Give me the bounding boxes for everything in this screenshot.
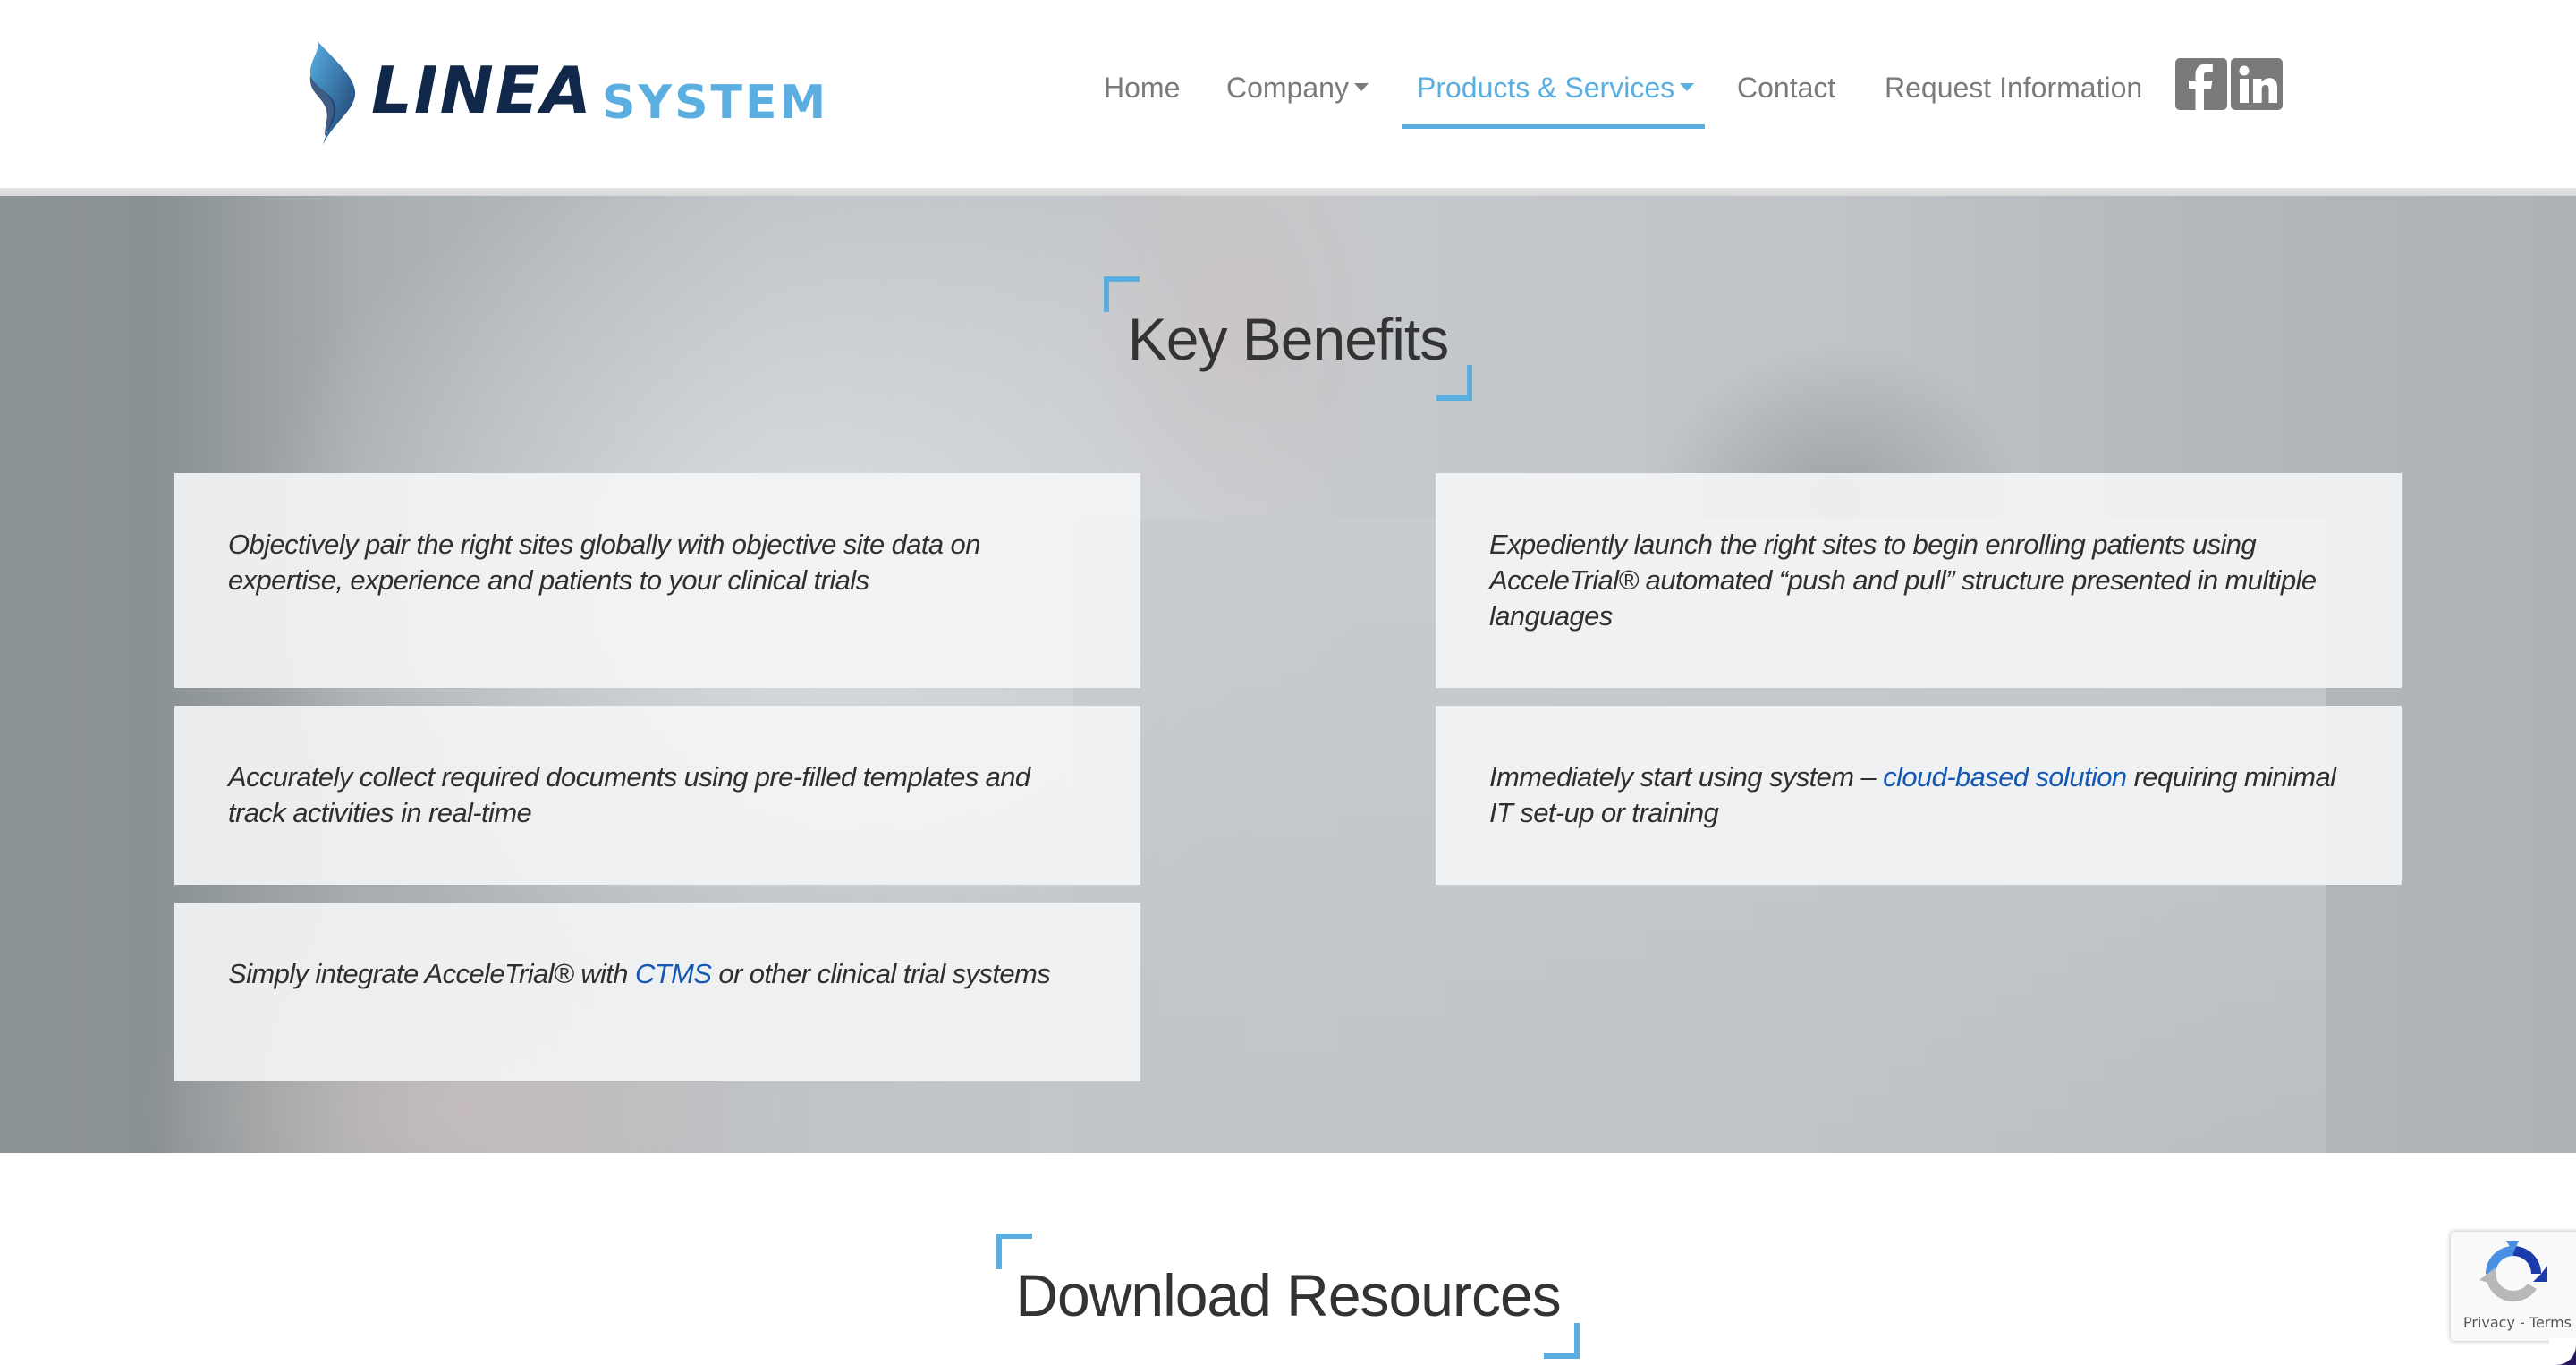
recaptcha-links: Privacy - Terms — [2463, 1314, 2572, 1331]
benefit-card: Immediately start using system – cloud-b… — [1436, 706, 2402, 885]
facebook-link[interactable] — [2175, 58, 2227, 110]
main-nav: Home Company Products & Services Contact… — [0, 0, 2576, 188]
nav-home-label: Home — [1104, 72, 1181, 104]
title-bracket-bottom-right — [1544, 1323, 1580, 1359]
nav-contact[interactable]: Contact — [1737, 70, 1835, 106]
nav-company[interactable]: Company — [1226, 70, 1368, 106]
recaptcha-separator: - — [2514, 1314, 2529, 1331]
recaptcha-badge[interactable]: Privacy - Terms — [2451, 1232, 2576, 1341]
window-corner — [2549, 1338, 2576, 1365]
nav-contact-label: Contact — [1737, 72, 1836, 104]
benefit-card: Accurately collect required documents us… — [174, 706, 1140, 885]
benefit-text: Immediately start using system – cloud-b… — [1489, 759, 2348, 831]
nav-company-label: Company — [1226, 72, 1349, 104]
nav-products-services[interactable]: Products & Services — [1417, 70, 1695, 106]
benefit-text: Expediently launch the right sites to be… — [1489, 529, 2317, 632]
title-bracket-bottom-right — [1436, 365, 1472, 401]
download-resources-title: Download Resources — [1015, 1262, 1561, 1328]
benefit-card: Objectively pair the right sites globall… — [174, 473, 1140, 688]
header-shadow — [0, 188, 2576, 196]
linkedin-icon — [2239, 65, 2277, 103]
nav-request-information[interactable]: Request Information — [1885, 70, 2142, 106]
benefit-text: Accurately collect required documents us… — [228, 761, 1030, 828]
linkedin-link[interactable] — [2231, 58, 2283, 110]
recaptcha-privacy-link[interactable]: Privacy — [2463, 1314, 2515, 1331]
key-benefits-title: Key Benefits — [1127, 306, 1450, 372]
key-benefits-section: Key Benefits Objectively pair the right … — [0, 196, 2576, 1153]
benefit-text-part: Simply integrate AcceleTrial® with — [228, 958, 635, 989]
nav-request-information-label: Request Information — [1885, 72, 2143, 104]
benefit-text: Simply integrate AcceleTrial® with CTMS … — [228, 956, 1087, 992]
ctms-link[interactable]: CTMS — [635, 958, 712, 989]
chevron-down-icon — [1353, 83, 1368, 91]
chevron-down-icon — [1680, 83, 1695, 91]
benefit-text-part: or other clinical trial systems — [711, 958, 1051, 989]
benefit-text-part: Immediately start using system – — [1489, 761, 1884, 793]
nav-home[interactable]: Home — [1104, 70, 1180, 106]
benefit-text: Objectively pair the right sites globall… — [228, 529, 980, 596]
recaptcha-terms-link[interactable]: Terms — [2529, 1314, 2572, 1331]
cloud-based-solution-link[interactable]: cloud-based solution — [1883, 761, 2127, 793]
benefit-card: Expediently launch the right sites to be… — [1436, 473, 2402, 688]
recaptcha-icon — [2479, 1241, 2547, 1307]
benefit-card: Simply integrate AcceleTrial® with CTMS … — [174, 903, 1140, 1081]
site-header: LINEA SYSTEM Home Company Products & Ser… — [0, 0, 2576, 188]
facebook-icon — [2189, 64, 2213, 110]
active-nav-indicator — [1402, 124, 1705, 129]
nav-products-services-label: Products & Services — [1417, 72, 1675, 104]
